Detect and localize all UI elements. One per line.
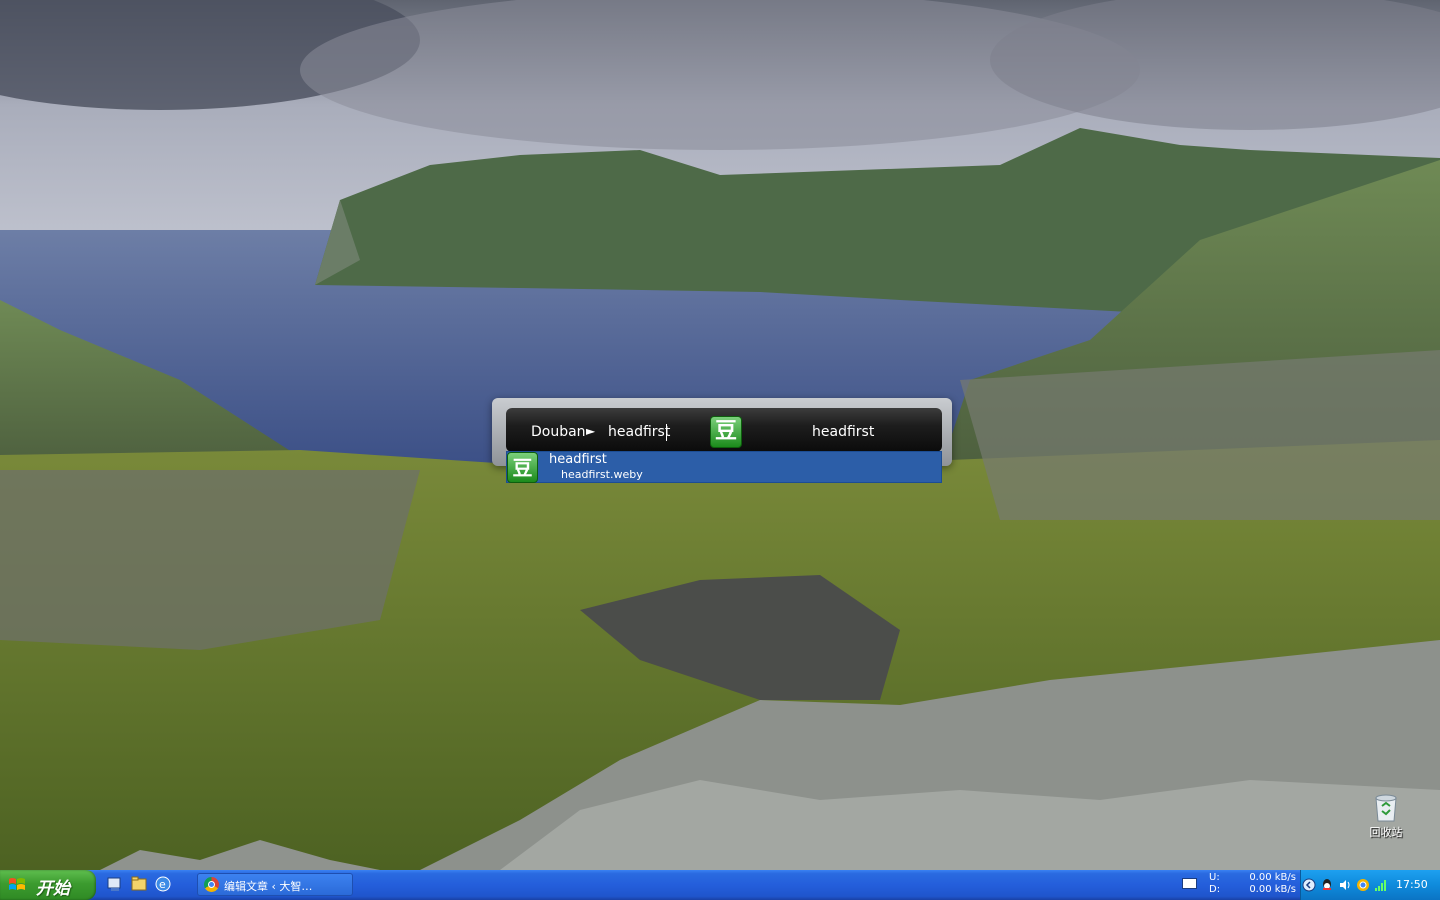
download-speed: 0.00 kB/s [1249, 884, 1296, 895]
suggestion-item[interactable]: 豆 headfirst headfirst.weby [507, 452, 941, 483]
task-button-label: 编辑文章 ‹ 大智… [224, 880, 313, 893]
volume-icon[interactable] [1338, 877, 1352, 891]
ie-icon[interactable]: e [154, 875, 172, 893]
qq-icon[interactable] [1320, 877, 1334, 891]
network-speeds: 0.00 kB/s 0.00 kB/s [1238, 872, 1296, 896]
chrome-tray-icon[interactable] [1356, 877, 1370, 891]
recycle-bin-icon [1373, 792, 1399, 822]
catalog-name: Douban [531, 424, 586, 440]
launcher-query-input[interactable]: headfirst [608, 424, 670, 440]
launcher-input-bar[interactable]: Douban ► headfirst 豆 headfirst [506, 408, 942, 452]
start-label: 开始 [36, 879, 70, 899]
download-label: D: [1209, 884, 1221, 895]
windows-flag-icon [8, 877, 26, 893]
start-button[interactable]: 开始 [0, 870, 96, 900]
upload-label: U: [1209, 872, 1220, 883]
recycle-bin-label: 回收站 [1369, 826, 1403, 839]
show-desktop-icon[interactable] [106, 875, 124, 893]
file-manager-icon[interactable] [130, 875, 148, 893]
taskbar: 开始 e 编辑文章 ‹ 大智… [0, 870, 1440, 900]
suggestion-list: 豆 headfirst headfirst.weby [506, 451, 942, 483]
douban-icon: 豆 [710, 416, 742, 448]
upload-speed: 0.00 kB/s [1249, 872, 1296, 883]
network-labels: U: D: [1209, 872, 1220, 896]
suggestion-title: headfirst [549, 452, 607, 467]
expand-tray-icon[interactable] [1302, 877, 1316, 892]
suggestion-path: headfirst.weby [561, 468, 643, 481]
recycle-bin[interactable]: 回收站 [1358, 788, 1414, 844]
clock[interactable]: 17:50 [1396, 878, 1428, 891]
signal-icon[interactable] [1374, 877, 1388, 891]
text-caret [666, 424, 667, 441]
svg-text:e: e [159, 878, 166, 891]
catalog-arrow-icon: ► [586, 424, 596, 438]
chrome-icon [204, 877, 219, 892]
douban-icon: 豆 [507, 452, 538, 483]
launcher-result-label: headfirst [812, 424, 875, 440]
task-button-browser[interactable]: 编辑文章 ‹ 大智… [197, 873, 353, 896]
keyboard-icon[interactable] [1182, 878, 1197, 889]
